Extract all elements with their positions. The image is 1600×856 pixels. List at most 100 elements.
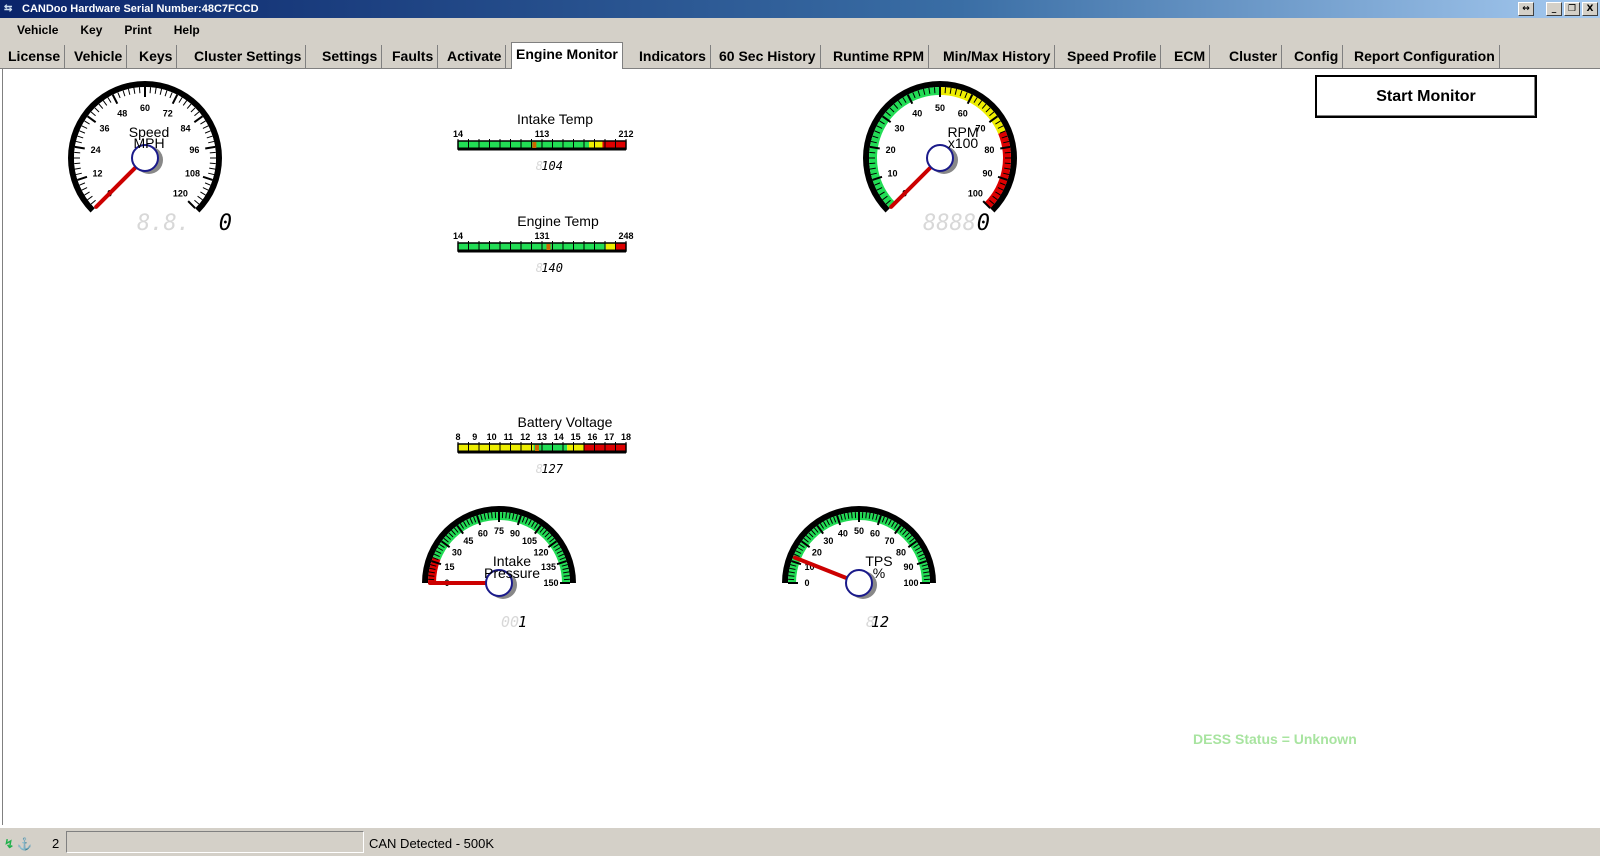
tps-tick-label: 60 bbox=[870, 529, 880, 539]
rpm-tick-label: 80 bbox=[984, 145, 994, 155]
intake-temp-bar-gauge: Intake Temp 14 113 212 8 104 bbox=[453, 111, 634, 173]
tab-60-sec-history[interactable]: 60 Sec History bbox=[715, 45, 821, 68]
speed-tick-label: 84 bbox=[180, 124, 190, 134]
speed-tick-label: 96 bbox=[189, 145, 199, 155]
battery-tick-label: 14 bbox=[554, 432, 564, 442]
close-button[interactable]: X bbox=[1582, 2, 1598, 16]
speed-unit: MPH bbox=[133, 135, 164, 151]
tab-runtime-rpm[interactable]: Runtime RPM bbox=[829, 45, 929, 68]
start-monitor-button[interactable]: Start Monitor bbox=[1315, 75, 1537, 118]
tps-tick-label: 40 bbox=[838, 529, 848, 539]
battery-tick-label: 17 bbox=[604, 432, 614, 442]
intake_pressure-tick bbox=[505, 512, 507, 519]
engine_temp-tick-label: 131 bbox=[534, 231, 549, 241]
rpm-readout-ghost: 8888 bbox=[923, 211, 976, 236]
tab-min-max-history[interactable]: Min/Max History bbox=[939, 45, 1056, 68]
battery-voltage-label: Battery Voltage bbox=[518, 414, 613, 430]
intake_pressure-tick-label: 30 bbox=[452, 547, 462, 557]
speed-readout-ghost: 8.8. bbox=[137, 211, 190, 236]
menu-bar: Vehicle Key Print Help bbox=[0, 18, 1600, 42]
tab-report-configuration[interactable]: Report Configuration bbox=[1350, 45, 1500, 68]
intake_temp-tick-label: 212 bbox=[618, 129, 633, 139]
intake_pressure-tick bbox=[428, 575, 435, 577]
intake_pressure-tick-label: 15 bbox=[445, 562, 455, 572]
status-progress-field bbox=[66, 831, 364, 853]
battery-tick-label: 11 bbox=[504, 432, 514, 442]
speed-tick-label: 12 bbox=[92, 168, 102, 178]
intake-temp-bar: 14 113 212 bbox=[453, 129, 634, 151]
tps-unit: % bbox=[873, 565, 885, 581]
connection-icon: ↯ ⚓ bbox=[4, 837, 33, 851]
tab-vehicle[interactable]: Vehicle bbox=[70, 45, 128, 68]
tps-tick bbox=[865, 512, 867, 519]
minimize-button[interactable]: _ bbox=[1546, 2, 1562, 16]
battery-tick-label: 15 bbox=[571, 432, 581, 442]
tab-keys[interactable]: Keys bbox=[135, 45, 178, 68]
intake_temp-bar-marker bbox=[532, 142, 537, 148]
tab-config[interactable]: Config bbox=[1290, 45, 1344, 68]
battery-voltage-bar: 8 9 10 11 12 13 14 15 16 17 18 bbox=[455, 432, 631, 454]
menu-vehicle[interactable]: Vehicle bbox=[6, 23, 69, 37]
tps-tick bbox=[923, 575, 930, 577]
engine_temp-tick-label: 14 bbox=[453, 231, 463, 241]
tab-activate[interactable]: Activate bbox=[443, 45, 507, 68]
rpm-tick-label: 90 bbox=[983, 168, 993, 178]
status-bar: ↯ ⚓ 2 CAN Detected - 500K bbox=[0, 827, 1600, 856]
tps-tick bbox=[788, 575, 795, 577]
battery-tick-label: 9 bbox=[472, 432, 477, 442]
speed-tick-label: 120 bbox=[173, 188, 188, 198]
tps-tick-label: 20 bbox=[812, 547, 822, 557]
tab-cluster-settings[interactable]: Cluster Settings bbox=[190, 45, 307, 68]
intake_pressure-tick-label: 105 bbox=[522, 536, 537, 546]
intake-temp-label: Intake Temp bbox=[517, 111, 593, 127]
intake-pressure-gauge: 0153045607590105120135150 Intake Pressur… bbox=[422, 506, 576, 631]
intake_pressure-tick-label: 75 bbox=[494, 526, 504, 536]
tab-bar: License Vehicle Keys Cluster Settings Se… bbox=[0, 42, 1600, 69]
tps-tick-label: 30 bbox=[823, 536, 833, 546]
dess-status: DESS Status = Unknown bbox=[1193, 731, 1357, 747]
tab-settings[interactable]: Settings bbox=[318, 45, 383, 68]
speed-tick-label: 36 bbox=[100, 124, 110, 134]
tab-ecm[interactable]: ECM bbox=[1170, 45, 1211, 68]
intake_pressure-tick bbox=[491, 512, 493, 519]
app-icon: ⇆ bbox=[4, 3, 13, 14]
intake_pressure-tick-label: 135 bbox=[541, 562, 556, 572]
speed-tick-label: 72 bbox=[163, 108, 173, 118]
intake-pressure-label-2: Pressure bbox=[484, 565, 540, 581]
rpm-readout: 0 bbox=[977, 211, 990, 236]
engine-temp-bar: 14 131 248 bbox=[453, 231, 634, 253]
tps-tick-label: 100 bbox=[903, 578, 918, 588]
tps-tick-label: 70 bbox=[885, 536, 895, 546]
speed-tick-label: 24 bbox=[91, 145, 101, 155]
engine-monitor-panel bbox=[2, 69, 1598, 825]
battery-tick-label: 10 bbox=[487, 432, 497, 442]
window-title: CANDoo Hardware Serial Number:48C7FCCD bbox=[22, 3, 259, 15]
rpm-gauge: 0102030405060708090100 RPM x100 8888 0 bbox=[863, 80, 1017, 236]
speed-readout: 0 bbox=[219, 211, 232, 236]
engine-temp-bar-gauge: Engine Temp 14 131 248 8 140 bbox=[453, 213, 634, 275]
engine_temp-bar-marker bbox=[546, 244, 551, 250]
intake_pressure-tick-label: 120 bbox=[534, 547, 549, 557]
battery-tick-label: 16 bbox=[587, 432, 597, 442]
tab-cluster[interactable]: Cluster bbox=[1225, 45, 1283, 68]
engine-temp-readout: 140 bbox=[541, 261, 563, 275]
menu-key[interactable]: Key bbox=[69, 23, 113, 37]
maximize-button[interactable]: ❐ bbox=[1564, 2, 1580, 16]
battery-tick-label: 8 bbox=[455, 432, 460, 442]
menu-print[interactable]: Print bbox=[113, 23, 162, 37]
restore-size-icon[interactable]: ↔ bbox=[1518, 2, 1534, 16]
intake_pressure-tick-label: 90 bbox=[510, 529, 520, 539]
tab-indicators[interactable]: Indicators bbox=[635, 45, 711, 68]
intake_pressure-tick-label: 60 bbox=[478, 529, 488, 539]
tps-tick-label: 50 bbox=[854, 526, 864, 536]
battery-voltage-readout: 127 bbox=[541, 462, 563, 476]
tps-tick-label: 90 bbox=[903, 562, 913, 572]
tab-faults[interactable]: Faults bbox=[388, 45, 439, 68]
intake_pressure-tick-label: 45 bbox=[463, 536, 473, 546]
tab-license[interactable]: License bbox=[4, 45, 66, 68]
intake-temp-readout: 104 bbox=[541, 159, 563, 173]
tab-engine-monitor[interactable]: Engine Monitor bbox=[511, 42, 623, 69]
status-count: 2 bbox=[52, 836, 60, 851]
menu-help[interactable]: Help bbox=[163, 23, 211, 37]
tab-speed-profile[interactable]: Speed Profile bbox=[1063, 45, 1162, 68]
